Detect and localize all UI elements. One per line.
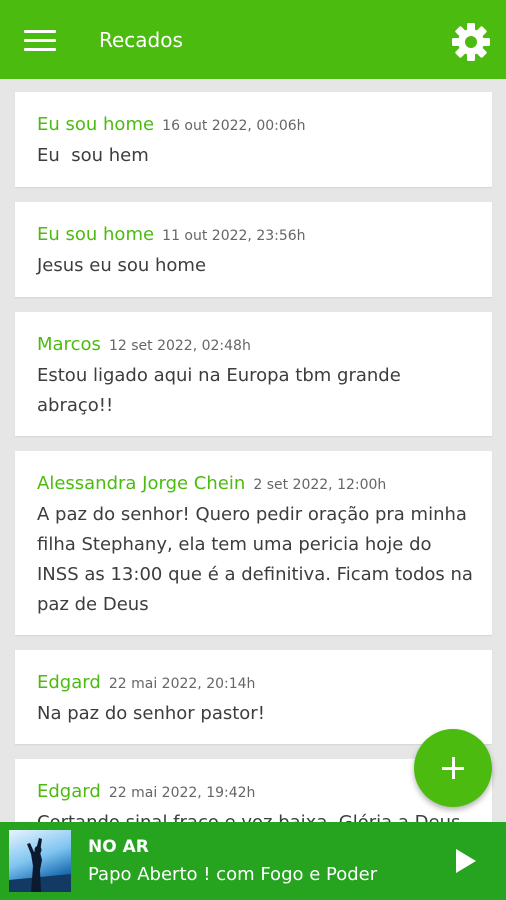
message-author: Alessandra Jorge Chein [37,473,246,494]
message-card[interactable]: Marcos 12 set 2022, 02:48h Estou ligado … [15,312,492,436]
message-date: 22 mai 2022, 19:42h [108,785,256,801]
message-card[interactable]: Eu sou home 16 out 2022, 00:06h Eu sou h… [15,92,492,187]
message-text: Jesus eu sou home [37,255,207,276]
add-message-button[interactable] [414,729,492,807]
message-author: Eu sou home [37,224,155,245]
message-date: 16 out 2022, 00:06h [162,118,306,134]
message-card[interactable]: Alessandra Jorge Chein 2 set 2022, 12:00… [15,451,492,635]
message-list[interactable]: Eu sou home 16 out 2022, 00:06h Eu sou h… [0,79,506,822]
program-thumbnail [9,830,71,892]
play-icon[interactable] [450,846,480,876]
message-card[interactable]: Eu sou home 11 out 2022, 23:56h Jesus eu… [15,202,492,297]
message-text: Cortando sinal fraco e voz baixa. Glória… [37,808,477,822]
message-card[interactable]: Edgard 22 mai 2022, 20:14h Na paz do sen… [15,650,492,744]
message-date: 2 set 2022, 12:00h [253,477,387,493]
message-text: A paz do senhor! Quero pedir oração pra … [37,504,479,615]
on-air-label: NO AR [88,837,149,857]
message-author: Marcos [37,334,101,355]
program-title: Papo Aberto ! com Fogo e Poder [88,864,378,885]
hamburger-menu-icon[interactable] [24,30,56,52]
message-author: Edgard [37,781,101,802]
gear-icon[interactable] [450,21,492,63]
message-text: Na paz do senhor pastor! [37,703,265,724]
message-text: Estou ligado aqui na Europa tbm grande a… [37,365,407,416]
now-playing-bar[interactable]: NO AR Papo Aberto ! com Fogo e Poder [0,822,506,900]
message-author: Edgard [37,672,101,693]
message-text: Eu sou hem [37,145,149,166]
message-date: 11 out 2022, 23:56h [162,228,306,244]
app-bar: Recados [0,0,506,79]
message-date: 12 set 2022, 02:48h [108,338,251,354]
page-title: Recados [99,28,183,52]
message-date: 22 mai 2022, 20:14h [108,676,256,692]
message-author: Eu sou home [37,114,155,135]
